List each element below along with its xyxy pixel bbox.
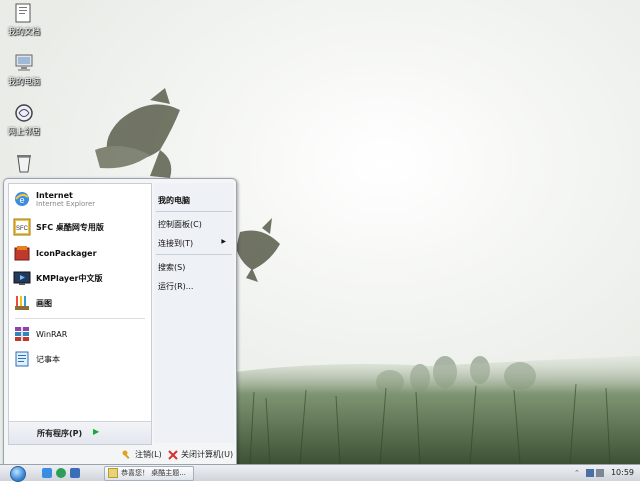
- start-menu: e Internet Internet Explorer SFC SFC 桌酷网…: [3, 178, 237, 466]
- program-name: KMPlayer中文版: [36, 273, 103, 283]
- all-programs-label: 所有程序(P): [37, 429, 83, 438]
- place-my-computer[interactable]: 我的电脑: [158, 195, 190, 206]
- program-name: 记事本: [36, 354, 60, 364]
- start-menu-programs-pane: e Internet Internet Explorer SFC SFC 桌酷网…: [8, 183, 152, 445]
- documents-icon: [15, 3, 31, 23]
- network-status-icon[interactable]: [586, 469, 594, 477]
- quicklaunch-ie-icon[interactable]: [42, 468, 52, 478]
- desktop-icon-label: 我的文档: [8, 27, 40, 36]
- folder-icon: [108, 468, 118, 478]
- svg-text:e: e: [19, 195, 24, 205]
- place-search[interactable]: 搜索(S): [158, 262, 185, 273]
- program-name: IconPackager: [36, 248, 97, 258]
- place-control-panel[interactable]: 控制面板(C): [158, 219, 202, 230]
- desktop-icon-network[interactable]: 网上邻居: [4, 102, 44, 137]
- network-icon: [15, 104, 33, 122]
- quicklaunch-desktop-icon[interactable]: [70, 468, 80, 478]
- desktop-icon-recycle-bin[interactable]: [4, 152, 44, 176]
- program-notepad[interactable]: 记事本: [13, 348, 149, 370]
- places-separator: [156, 254, 232, 255]
- program-name: WinRAR: [36, 329, 68, 339]
- submenu-arrow-icon: ▶: [221, 238, 226, 245]
- program-sfc[interactable]: SFC SFC 桌酷网专用版: [13, 216, 149, 238]
- computer-icon: [15, 54, 33, 71]
- place-run[interactable]: 运行(R)...: [158, 281, 193, 292]
- quicklaunch-globe-icon[interactable]: [56, 468, 66, 478]
- svg-text:SFC: SFC: [16, 226, 29, 232]
- start-menu-footer: 注销(L) 关闭计算机(U): [4, 445, 236, 465]
- volume-icon[interactable]: [596, 469, 604, 477]
- program-subtitle: Internet Explorer: [36, 199, 96, 208]
- desktop-icon-label: 网上邻居: [8, 127, 40, 136]
- all-programs-button[interactable]: 所有程序(P) ▶: [9, 421, 151, 444]
- kmplayer-icon: [13, 271, 31, 285]
- recycle-bin-icon: [17, 155, 31, 173]
- iconpackager-icon: [14, 246, 30, 261]
- system-tray: ⌃ 10:59: [570, 465, 640, 481]
- close-icon: [168, 449, 178, 460]
- desktop-icon-label: 我的电脑: [8, 77, 40, 86]
- program-name: Internet: [36, 190, 73, 200]
- program-name: SFC 桌酷网专用版: [36, 222, 104, 232]
- winrar-icon: [15, 327, 29, 341]
- desktop-icon-my-documents[interactable]: 我的文档: [4, 2, 44, 37]
- taskbar: 恭喜您！ 桌酷主题... ⌃ 10:59: [0, 464, 640, 482]
- places-separator: [156, 211, 232, 212]
- program-iconpackager[interactable]: IconPackager: [13, 242, 149, 264]
- notepad-icon: [15, 351, 29, 367]
- sfc-icon: SFC: [13, 218, 31, 236]
- shutdown-button[interactable]: 关闭计算机(U): [168, 449, 233, 460]
- logoff-button[interactable]: 注销(L): [122, 449, 162, 460]
- logoff-label: 注销(L): [135, 450, 162, 459]
- shutdown-label: 关闭计算机(U): [181, 450, 234, 459]
- desktop-icon-my-computer[interactable]: 我的电脑: [4, 52, 44, 87]
- clock[interactable]: 10:59: [611, 468, 634, 477]
- taskbar-window-button[interactable]: 恭喜您！ 桌酷主题...: [104, 466, 194, 481]
- program-kmplayer[interactable]: KMPlayer中文版: [13, 267, 149, 289]
- arrow-right-icon: ▶: [93, 427, 100, 436]
- paint-icon: [15, 296, 29, 310]
- taskbar-window-title: 恭喜您！ 桌酷主题...: [121, 469, 186, 477]
- ie-icon: e: [15, 192, 29, 206]
- program-internet[interactable]: e Internet Internet Explorer: [13, 188, 149, 210]
- key-icon: [122, 450, 130, 459]
- start-menu-places-pane: 我的电脑 控制面板(C) 连接到(T) ▶ 搜索(S) 运行(R)...: [154, 183, 234, 443]
- program-winrar[interactable]: WinRAR: [13, 323, 149, 345]
- programs-separator: [15, 318, 145, 319]
- program-paint[interactable]: 画图: [13, 292, 149, 314]
- program-name: 画图: [36, 298, 52, 308]
- tray-expand-icon[interactable]: ⌃: [574, 469, 582, 477]
- place-connect-to-label: 连接到(T): [158, 239, 194, 248]
- place-connect-to[interactable]: 连接到(T) ▶: [158, 238, 230, 249]
